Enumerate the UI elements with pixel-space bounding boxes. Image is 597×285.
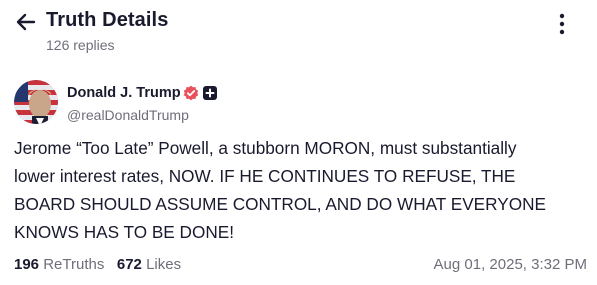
post-text-line: Jerome “Too Late” Powell, a stubborn MOR… (14, 138, 517, 158)
post-text-line: KNOWS HAS TO BE DONE! (14, 222, 234, 242)
retruths-label: ReTruths (43, 256, 105, 273)
post-text-line: lower interest rates, NOW. IF HE CONTINU… (14, 166, 516, 186)
post-timestamp: Aug 01, 2025, 3:32 PM (433, 256, 587, 273)
author-handle[interactable]: @realDonaldTrump (67, 107, 189, 123)
post-text-line: BOARD SHOULD ASSUME CONTROL, AND DO WHAT… (14, 194, 546, 214)
avatar-image (14, 80, 58, 124)
retruths-stat[interactable]: 196 ReTruths (14, 256, 104, 273)
more-options-button[interactable] (552, 11, 572, 37)
author-name[interactable]: Donald J. Trump (67, 85, 181, 101)
page-title: Truth Details (46, 9, 169, 31)
retruths-count: 196 (14, 256, 40, 273)
back-button[interactable] (14, 10, 38, 34)
likes-label: Likes (146, 256, 182, 273)
replies-count: 126 replies (46, 37, 115, 53)
arrow-left-icon (16, 13, 36, 31)
header: Truth Details 126 replies (0, 0, 597, 60)
post-text: Jerome “Too Late” Powell, a stubborn MOR… (14, 134, 586, 246)
likes-count: 672 (116, 256, 142, 273)
post-stats: 196 ReTruths 672 Likes (14, 256, 181, 273)
plus-badge-icon (203, 86, 217, 100)
avatar[interactable] (14, 80, 58, 124)
likes-stat[interactable]: 672 Likes (117, 256, 181, 273)
truth-details-page: Truth Details 126 replies Donald J. Trum… (0, 0, 597, 285)
vertical-ellipsis-icon (559, 13, 565, 35)
verified-badge-icon (183, 85, 199, 101)
